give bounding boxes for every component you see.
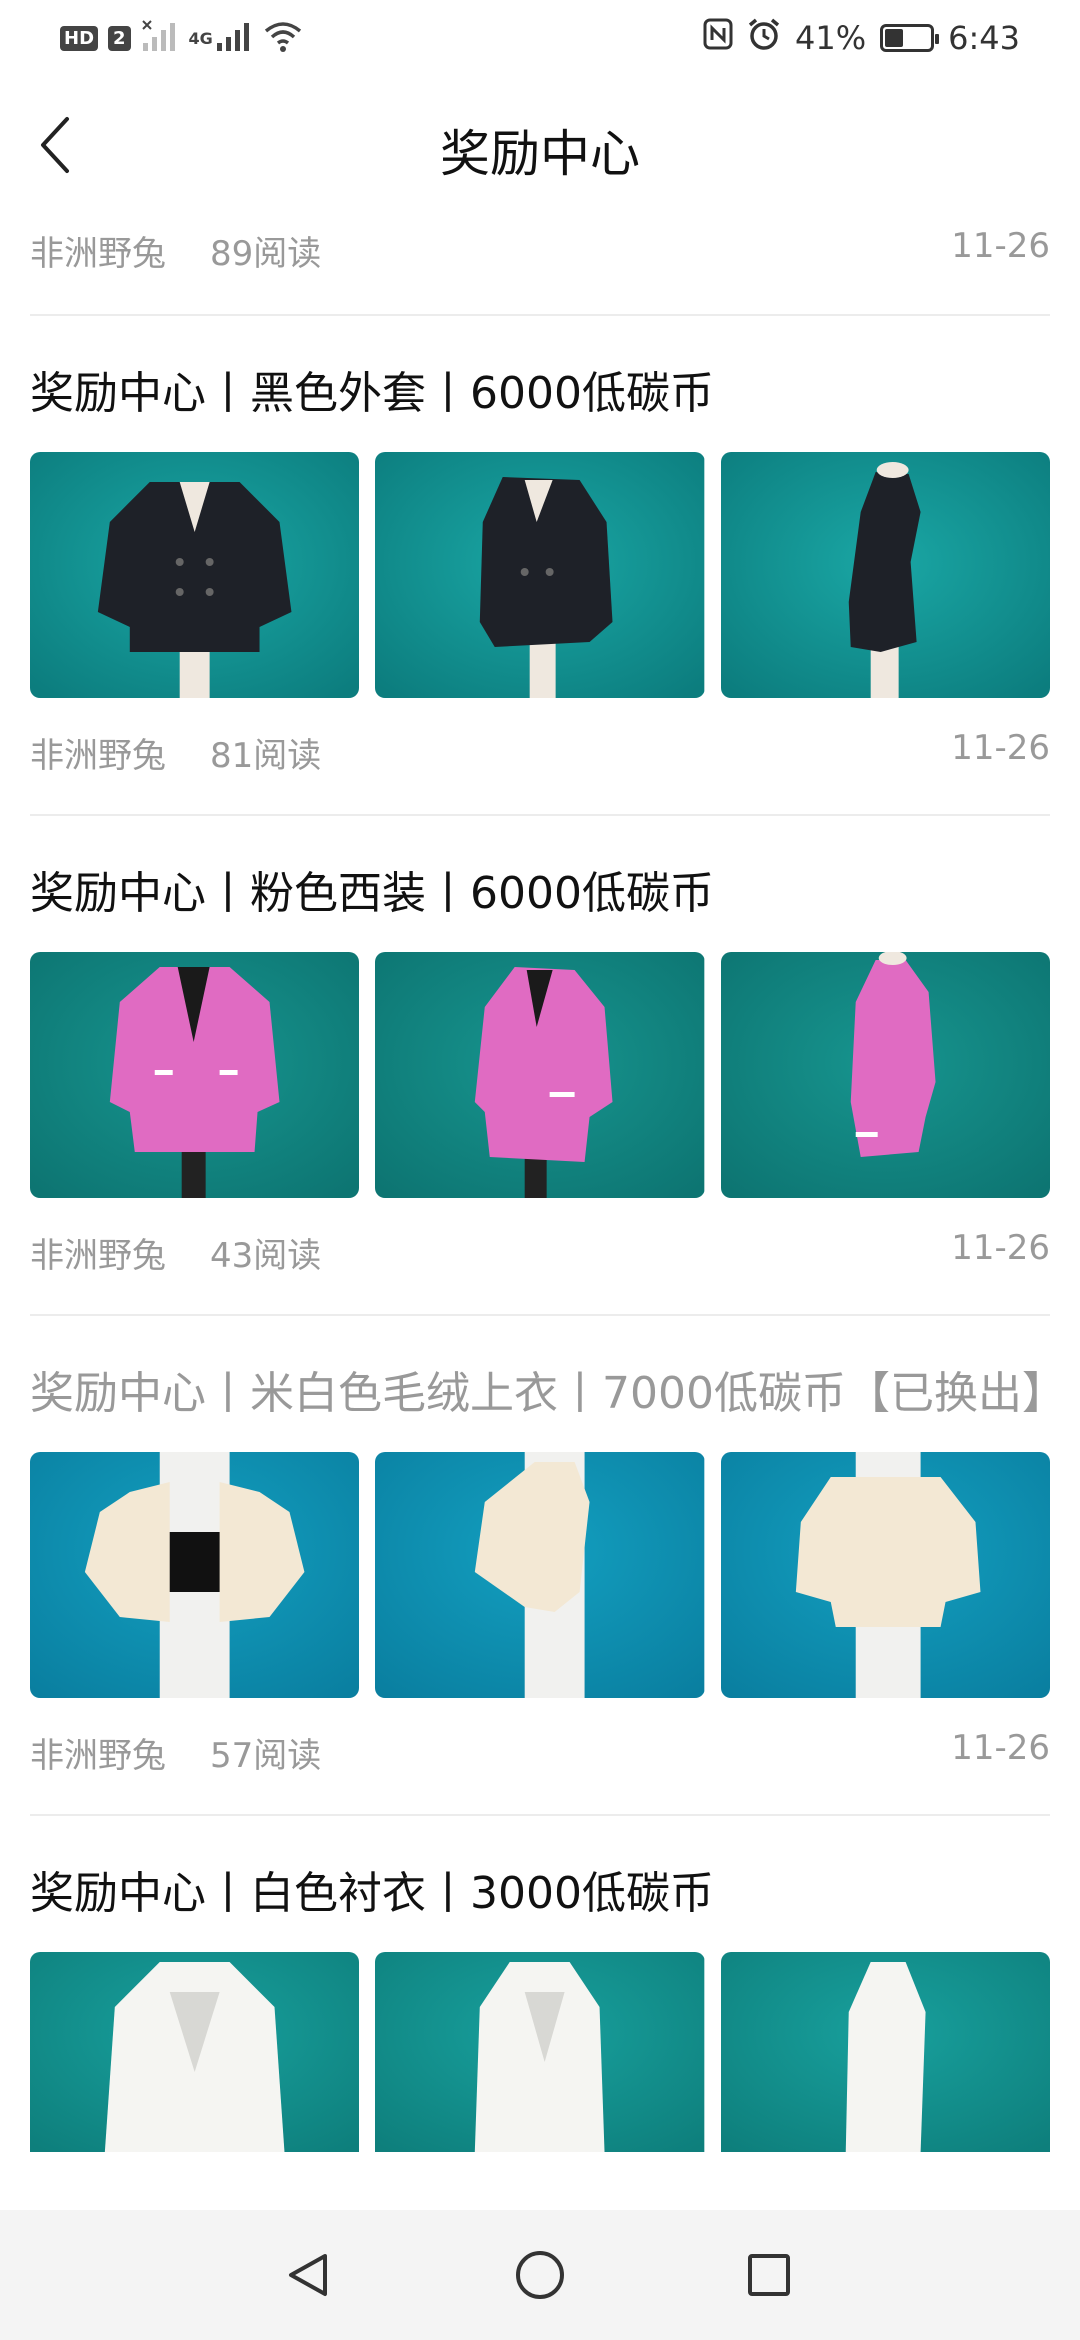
- article-feed[interactable]: 非洲野兔 89阅读 11-26 奖励中心丨黑色外套丨6000低碳币 非洲野兔 8…: [0, 200, 1080, 2210]
- battery-percent: 41%: [795, 19, 867, 57]
- post-image-side[interactable]: [720, 952, 1050, 1198]
- battery-icon: [880, 24, 940, 52]
- status-right: 41% 6:43: [703, 18, 1020, 58]
- post-date: 11-26: [951, 226, 1050, 266]
- post-images: [0, 424, 1080, 698]
- post-date: 11-26: [951, 1728, 1050, 1768]
- nav-back-button[interactable]: [273, 2240, 343, 2310]
- post-image-front[interactable]: [30, 1952, 360, 2152]
- post-date: 11-26: [951, 1228, 1050, 1268]
- square-recents-icon: [748, 2254, 790, 2296]
- post-image-angle[interactable]: [375, 452, 705, 698]
- status-left: HD 2 4G: [60, 18, 303, 58]
- post-meta: 非洲野兔 43阅读 11-26: [0, 1198, 1080, 1298]
- read-count: 81阅读: [210, 736, 322, 776]
- post-title[interactable]: 奖励中心丨白色衬衣丨3000低碳币: [0, 1816, 1080, 1924]
- sim-badge: 2: [108, 25, 131, 51]
- post-image-front[interactable]: [30, 452, 360, 698]
- post-image-back[interactable]: [720, 1452, 1050, 1698]
- nav-recents-button[interactable]: [734, 2240, 804, 2310]
- author-name: 非洲野兔: [30, 234, 166, 274]
- read-count: 57阅读: [210, 1736, 322, 1776]
- triangle-back-icon: [289, 2254, 327, 2296]
- signal-off-icon: [141, 19, 179, 57]
- alarm-icon: [747, 17, 781, 59]
- post-image-front[interactable]: [30, 1452, 360, 1698]
- post-images: [0, 1924, 1080, 2152]
- post-image-angle[interactable]: [375, 952, 705, 1198]
- author-name: 非洲野兔: [30, 1736, 166, 1776]
- post-meta: 非洲野兔 57阅读 11-26: [0, 1698, 1080, 1798]
- post-date: 11-26: [951, 728, 1050, 768]
- post-title[interactable]: 奖励中心丨黑色外套丨6000低碳币: [0, 316, 1080, 424]
- post-image-side[interactable]: [720, 1952, 1050, 2152]
- post-card-cream-fur[interactable]: 奖励中心丨米白色毛绒上衣丨7000低碳币【已换出】 非洲野兔 57阅读 11-2…: [0, 1316, 1080, 1816]
- author-name: 非洲野兔: [30, 736, 166, 776]
- clock: 6:43: [948, 19, 1020, 57]
- post-image-angle[interactable]: [375, 1952, 705, 2152]
- post-images: [0, 1424, 1080, 1698]
- post-title[interactable]: 奖励中心丨粉色西装丨6000低碳币: [0, 816, 1080, 924]
- post-images: [0, 924, 1080, 1198]
- post-image-side[interactable]: [720, 452, 1050, 698]
- network-type: 4G: [188, 28, 213, 48]
- author-name: 非洲野兔: [30, 1236, 166, 1276]
- post-image-side[interactable]: [375, 1452, 705, 1698]
- app-header: 奖励中心: [0, 90, 1080, 200]
- page-title: 奖励中心: [440, 125, 640, 183]
- post-card-black-jacket[interactable]: 奖励中心丨黑色外套丨6000低碳币 非洲野兔 81阅读 11-26: [0, 316, 1080, 816]
- wifi-icon: [263, 19, 303, 57]
- status-bar: HD 2 4G 41% 6:43: [0, 0, 1080, 80]
- hd-badge: HD: [60, 25, 99, 51]
- post-card-white-shirt[interactable]: 奖励中心丨白色衬衣丨3000低碳币: [0, 1816, 1080, 2152]
- nfc-icon: [703, 18, 733, 58]
- signal-icon: [215, 19, 253, 57]
- post-title[interactable]: 奖励中心丨米白色毛绒上衣丨7000低碳币【已换出】: [0, 1316, 1080, 1424]
- circle-home-icon: [516, 2251, 564, 2299]
- post-card-pink-suit[interactable]: 奖励中心丨粉色西装丨6000低碳币 非洲野兔 43阅读 11-26: [0, 816, 1080, 1316]
- nav-home-button[interactable]: [505, 2240, 575, 2310]
- post-meta: 非洲野兔 81阅读 11-26: [0, 698, 1080, 798]
- post-image-front[interactable]: [30, 952, 360, 1198]
- read-count: 89阅读: [210, 234, 322, 274]
- read-count: 43阅读: [210, 1236, 322, 1276]
- system-nav-bar: [0, 2210, 1080, 2340]
- battery-fill: [885, 29, 904, 47]
- top-meta-row: 非洲野兔 89阅读 11-26: [0, 200, 1080, 278]
